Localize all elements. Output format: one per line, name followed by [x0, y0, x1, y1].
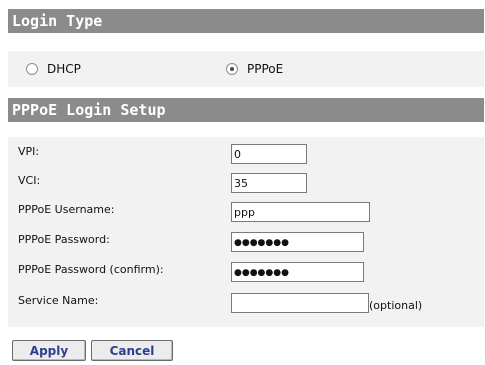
password-input[interactable]: ●●●●●●●: [231, 232, 364, 252]
login-type-options: DHCP PPPoE: [8, 51, 484, 87]
password-confirm-label: PPPoE Password (confirm):: [18, 263, 164, 276]
password-label: PPPoE Password:: [18, 233, 110, 246]
vci-input[interactable]: 35: [231, 173, 307, 193]
pppoe-setup-header: PPPoE Login Setup: [8, 98, 484, 122]
dhcp-label: DHCP: [47, 62, 81, 76]
username-label: PPPoE Username:: [18, 203, 115, 216]
apply-button[interactable]: Apply: [12, 340, 86, 361]
vpi-label: VPI:: [18, 145, 40, 158]
service-name-input[interactable]: [231, 293, 369, 313]
cancel-button[interactable]: Cancel: [91, 340, 173, 361]
dhcp-radio[interactable]: [26, 63, 38, 75]
pppoe-radio[interactable]: [226, 63, 238, 75]
dhcp-option[interactable]: DHCP: [26, 61, 81, 77]
optional-note: (optional): [369, 299, 423, 312]
pppoe-label: PPPoE: [247, 62, 284, 76]
pppoe-form: VPI: 0 VCI: 35 PPPoE Username: ppp PPPoE…: [8, 137, 484, 327]
vpi-input[interactable]: 0: [231, 144, 307, 164]
username-input[interactable]: ppp: [231, 202, 370, 222]
login-type-header: Login Type: [8, 9, 484, 33]
pppoe-option[interactable]: PPPoE: [226, 61, 283, 77]
service-name-label: Service Name:: [18, 294, 99, 307]
password-confirm-input[interactable]: ●●●●●●●: [231, 262, 364, 282]
vci-label: VCI:: [18, 174, 41, 187]
